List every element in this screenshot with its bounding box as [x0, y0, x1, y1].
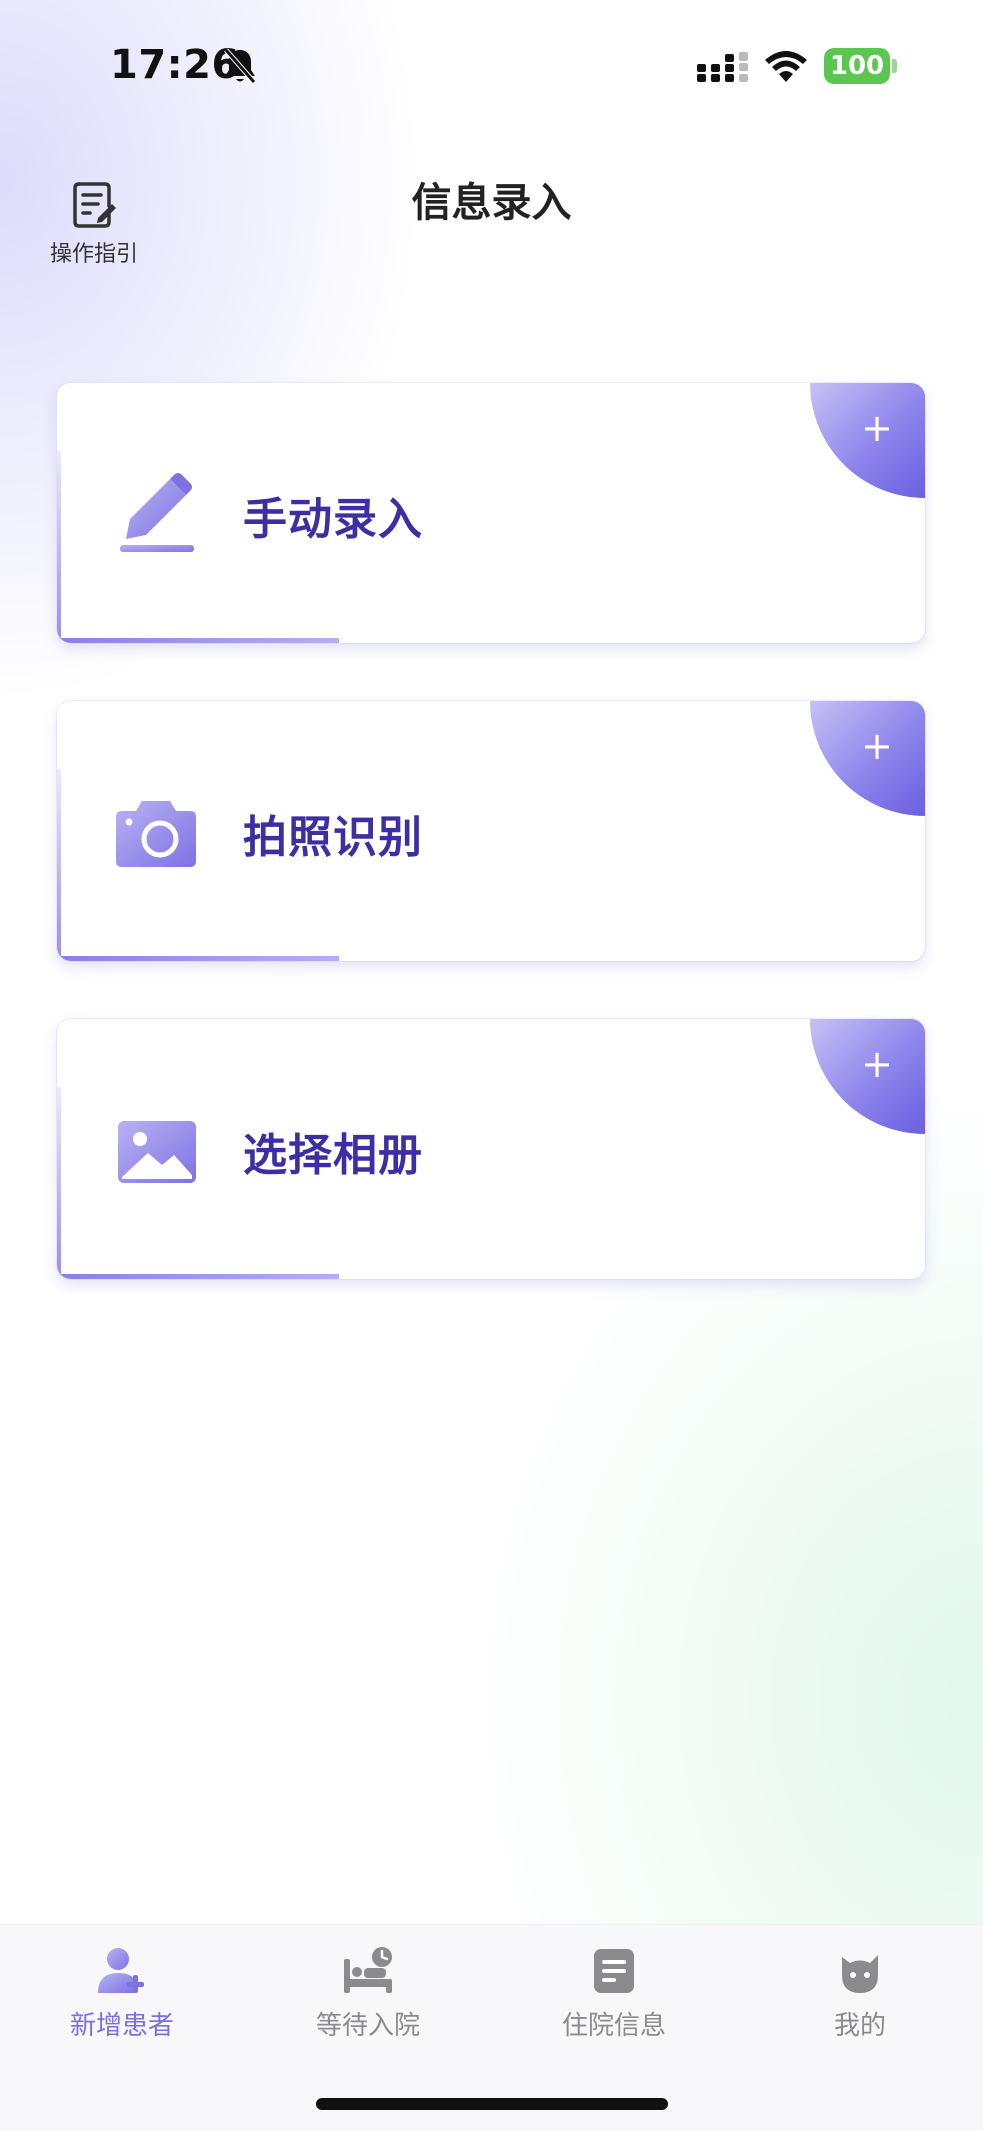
tab-add-patient-label: 新增患者 — [69, 2011, 174, 2041]
list-doc-icon — [594, 1949, 634, 1993]
home-indicator — [316, 2098, 668, 2110]
manual-entry-card[interactable]: + 手动录入 — [57, 383, 925, 643]
choose-album-label: 选择相册 — [243, 1130, 423, 1181]
tab-hospital-info-label: 住院信息 — [561, 2011, 666, 2041]
signal-icon — [697, 52, 748, 82]
tab-mine[interactable]: 我的 — [760, 1945, 960, 2042]
tab-waiting-admission-label: 等待入院 — [315, 2011, 420, 2041]
tab-mine-label: 我的 — [833, 2011, 886, 2041]
status-time: 17:26 — [110, 42, 240, 88]
photo-recognition-label: 拍照识别 — [243, 812, 423, 863]
battery-indicator: 100 — [824, 48, 890, 84]
bed-clock-icon — [344, 1947, 392, 1993]
picture-icon — [118, 1121, 196, 1183]
plus-icon: + — [861, 1042, 893, 1086]
camera-icon — [116, 801, 196, 867]
battery-cap — [892, 59, 897, 73]
bell-slash-icon — [224, 48, 256, 84]
pencil-icon — [120, 473, 194, 552]
cat-face-icon — [842, 1955, 878, 1993]
choose-album-card[interactable]: + 选择相册 — [57, 1019, 925, 1279]
manual-entry-label: 手动录入 — [243, 494, 423, 545]
plus-icon: + — [861, 724, 893, 768]
photo-recognition-card[interactable]: + 拍照识别 — [57, 701, 925, 961]
plus-icon: + — [861, 406, 893, 450]
page-title: 信息录入 — [411, 180, 572, 226]
operation-guide-label: 操作指引 — [49, 242, 138, 267]
add-user-icon — [98, 1948, 144, 1993]
tab-waiting-admission[interactable]: 等待入院 — [268, 1945, 468, 2042]
wifi-icon — [765, 51, 807, 82]
tab-add-patient[interactable]: 新增患者 — [22, 1945, 222, 2042]
tab-hospital-info[interactable]: 住院信息 — [514, 1945, 714, 2042]
